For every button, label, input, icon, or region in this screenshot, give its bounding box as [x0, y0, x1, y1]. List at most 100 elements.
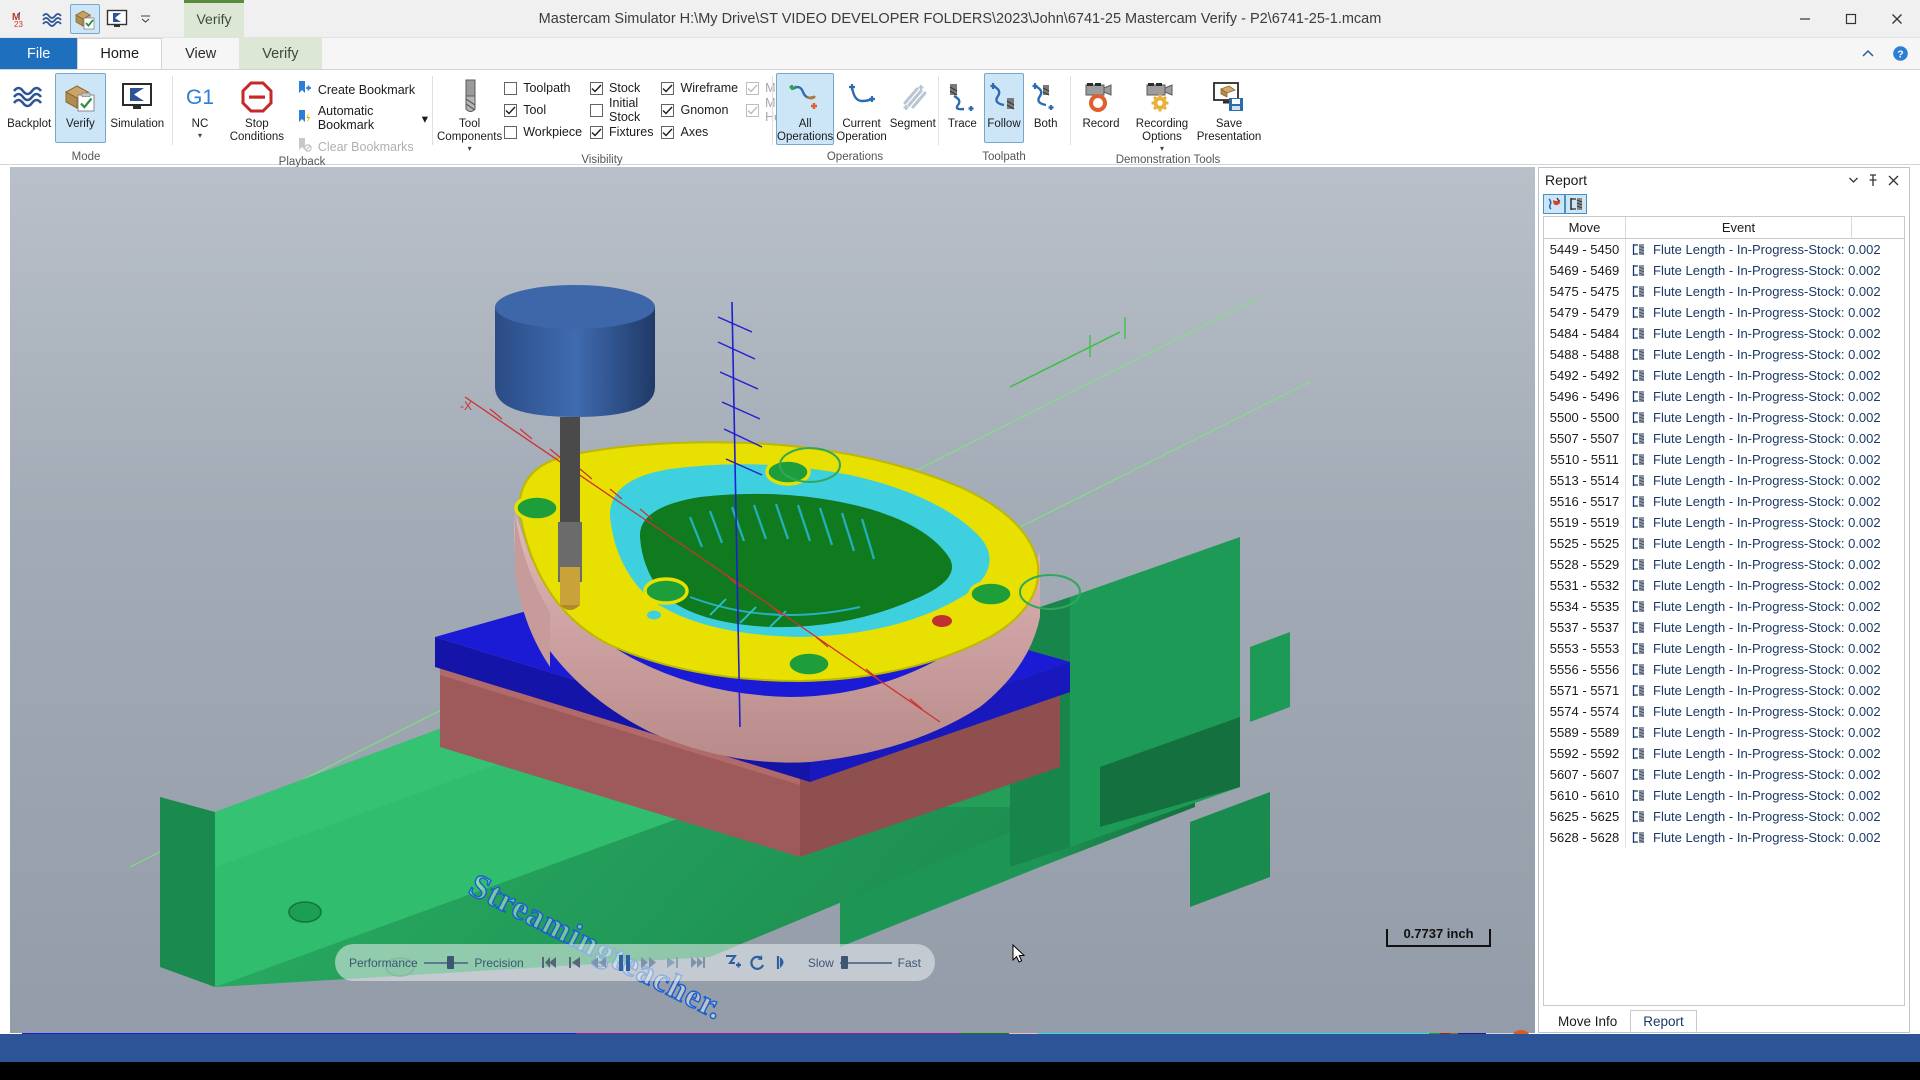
tab-verify[interactable]: Verify	[239, 38, 322, 69]
checkbox-tool[interactable]: Tool	[504, 101, 582, 119]
close-button[interactable]	[1874, 0, 1920, 38]
table-row[interactable]: 5592 - 5592 Flute Length - In-Progress-St…	[1544, 743, 1904, 764]
panel-pin-icon[interactable]	[1863, 170, 1883, 190]
tool-components-button[interactable]: Tool Components ▾	[436, 73, 503, 154]
follow-button[interactable]: Follow	[983, 73, 1025, 143]
tab-move-info[interactable]: Move Info	[1545, 1010, 1630, 1032]
tab-file[interactable]: File	[0, 38, 78, 69]
collapse-ribbon-icon[interactable]	[1858, 44, 1878, 64]
automatic-bookmark-dropdown-icon[interactable]: ▾	[422, 111, 428, 126]
table-row[interactable]: 5571 - 5571 Flute Length - In-Progress-St…	[1544, 680, 1904, 701]
recording-options-dropdown-icon[interactable]: ▾	[1160, 145, 1164, 153]
pause-button[interactable]	[614, 950, 633, 976]
current-operation-button[interactable]: Current Operation	[835, 73, 888, 145]
table-row[interactable]: 5484 - 5484 Flute Length - In-Progress-St…	[1544, 323, 1904, 344]
step-plus-button[interactable]	[723, 950, 742, 976]
backplot-button[interactable]: Backplot	[4, 73, 54, 143]
reverse-button[interactable]	[773, 950, 792, 976]
table-row[interactable]: 5479 - 5479 Flute Length - In-Progress-St…	[1544, 302, 1904, 323]
step-back-button[interactable]	[565, 950, 584, 976]
table-row[interactable]: 5528 - 5529 Flute Length - In-Progress-St…	[1544, 554, 1904, 575]
checkbox-stock-box[interactable]	[590, 81, 604, 95]
verify-button[interactable]: Verify	[55, 73, 106, 143]
report-column-extra[interactable]	[1852, 217, 1904, 238]
simulation-button[interactable]: Simulation	[107, 73, 168, 143]
speed-slider[interactable]	[839, 956, 892, 970]
table-row[interactable]: 5500 - 5500 Flute Length - In-Progress-St…	[1544, 407, 1904, 428]
all-operations-button[interactable]: All Operations	[776, 73, 835, 146]
table-row[interactable]: 5469 - 5469 Flute Length - In-Progress-St…	[1544, 260, 1904, 281]
table-row[interactable]: 5519 - 5519 Flute Length - In-Progress-St…	[1544, 512, 1904, 533]
save-presentation-button[interactable]: Save Presentation	[1196, 73, 1262, 145]
table-row[interactable]: 5556 - 5556 Flute Length - In-Progress-St…	[1544, 659, 1904, 680]
verify-icon[interactable]	[70, 3, 100, 34]
table-row[interactable]: 5488 - 5488 Flute Length - In-Progress-St…	[1544, 344, 1904, 365]
table-row[interactable]: 5492 - 5492 Flute Length - In-Progress-St…	[1544, 365, 1904, 386]
simulation-icon[interactable]	[102, 4, 132, 34]
panel-dropdown-icon[interactable]	[1843, 170, 1863, 190]
checkbox-tool-box[interactable]	[504, 103, 518, 117]
skip-to-end-button[interactable]	[688, 950, 707, 976]
tab-report[interactable]: Report	[1630, 1010, 1697, 1032]
table-row[interactable]: 5513 - 5514 Flute Length - In-Progress-St…	[1544, 470, 1904, 491]
report-grid-body[interactable]: 5449 - 5450 Flute Length - In-Progress-St…	[1544, 239, 1904, 1005]
tab-view[interactable]: View	[162, 38, 239, 69]
table-row[interactable]: 5625 - 5625 Flute Length - In-Progress-St…	[1544, 806, 1904, 827]
report-column-move[interactable]: Move	[1544, 217, 1626, 238]
checkbox-wireframe-box[interactable]	[661, 81, 675, 95]
table-row[interactable]: 5553 - 5553 Flute Length - In-Progress-St…	[1544, 638, 1904, 659]
checkbox-stock[interactable]: Stock	[590, 79, 653, 97]
table-row[interactable]: 5537 - 5537 Flute Length - In-Progress-St…	[1544, 617, 1904, 638]
nc-dropdown-icon[interactable]: ▾	[198, 132, 202, 140]
report-filter-tool[interactable]	[1543, 194, 1565, 214]
table-row[interactable]: 5589 - 5589 Flute Length - In-Progress-St…	[1544, 722, 1904, 743]
trace-button[interactable]: Trace	[942, 73, 983, 143]
backplot-icon[interactable]	[38, 4, 68, 34]
create-bookmark-command[interactable]: Create Bookmark	[296, 80, 428, 99]
stop-conditions-button[interactable]: Stop Conditions	[225, 73, 289, 145]
checkbox-workpiece-box[interactable]	[504, 125, 518, 139]
tab-home[interactable]: Home	[77, 38, 163, 69]
checkbox-fixtures-box[interactable]	[590, 125, 604, 139]
checkbox-workpiece[interactable]: Workpiece	[504, 123, 582, 141]
mastercam-logo-icon[interactable]: M / 23	[6, 4, 36, 34]
table-row[interactable]: 5507 - 5507 Flute Length - In-Progress-St…	[1544, 428, 1904, 449]
checkbox-gnomon-box[interactable]	[661, 103, 675, 117]
checkbox-gnomon[interactable]: Gnomon	[661, 101, 738, 119]
checkbox-axes-box[interactable]	[661, 125, 675, 139]
minimize-button[interactable]	[1782, 0, 1828, 38]
table-row[interactable]: 5449 - 5450 Flute Length - In-Progress-St…	[1544, 239, 1904, 260]
checkbox-fixtures[interactable]: Fixtures	[590, 123, 653, 141]
checkbox-wireframe[interactable]: Wireframe	[661, 79, 738, 97]
table-row[interactable]: 5496 - 5496 Flute Length - In-Progress-St…	[1544, 386, 1904, 407]
table-row[interactable]: 5531 - 5532 Flute Length - In-Progress-St…	[1544, 575, 1904, 596]
help-icon[interactable]: ?	[1890, 44, 1910, 64]
nc-button[interactable]: G1 NC ▾	[176, 73, 224, 143]
loop-button[interactable]	[748, 950, 767, 976]
segment-button[interactable]: Segment	[889, 73, 937, 143]
report-flute-tool[interactable]	[1565, 194, 1587, 214]
report-column-event[interactable]: Event	[1626, 217, 1852, 238]
checkbox-toolpath[interactable]: Toolpath	[504, 79, 582, 97]
table-row[interactable]: 5607 - 5607 Flute Length - In-Progress-St…	[1544, 764, 1904, 785]
record-button[interactable]: Record	[1074, 73, 1128, 143]
maximize-button[interactable]	[1828, 0, 1874, 38]
table-row[interactable]: 5628 - 5628 Flute Length - In-Progress-St…	[1544, 827, 1904, 848]
table-row[interactable]: 5516 - 5517 Flute Length - In-Progress-St…	[1544, 491, 1904, 512]
checkbox-initial-stock-box[interactable]	[590, 103, 604, 117]
table-row[interactable]: 5475 - 5475 Flute Length - In-Progress-St…	[1544, 281, 1904, 302]
recording-options-button[interactable]: Recording Options ▾	[1129, 73, 1195, 154]
tool-components-dropdown-icon[interactable]: ▾	[468, 145, 472, 153]
table-row[interactable]: 5510 - 5511 Flute Length - In-Progress-St…	[1544, 449, 1904, 470]
rewind-button[interactable]	[589, 950, 608, 976]
simulation-viewport[interactable]: -X 0.7737 inch Performance Precision Slo…	[10, 167, 1535, 1033]
checkbox-axes[interactable]: Axes	[661, 123, 738, 141]
both-button[interactable]: Both	[1025, 73, 1066, 143]
table-row[interactable]: 5525 - 5525 Flute Length - In-Progress-St…	[1544, 533, 1904, 554]
step-forward-button[interactable]	[664, 950, 683, 976]
table-row[interactable]: 5534 - 5535 Flute Length - In-Progress-St…	[1544, 596, 1904, 617]
table-row[interactable]: 5610 - 5610 Flute Length - In-Progress-St…	[1544, 785, 1904, 806]
fast-forward-button[interactable]	[639, 950, 658, 976]
customize-qat-icon[interactable]	[134, 4, 156, 34]
skip-to-start-button[interactable]	[540, 950, 559, 976]
